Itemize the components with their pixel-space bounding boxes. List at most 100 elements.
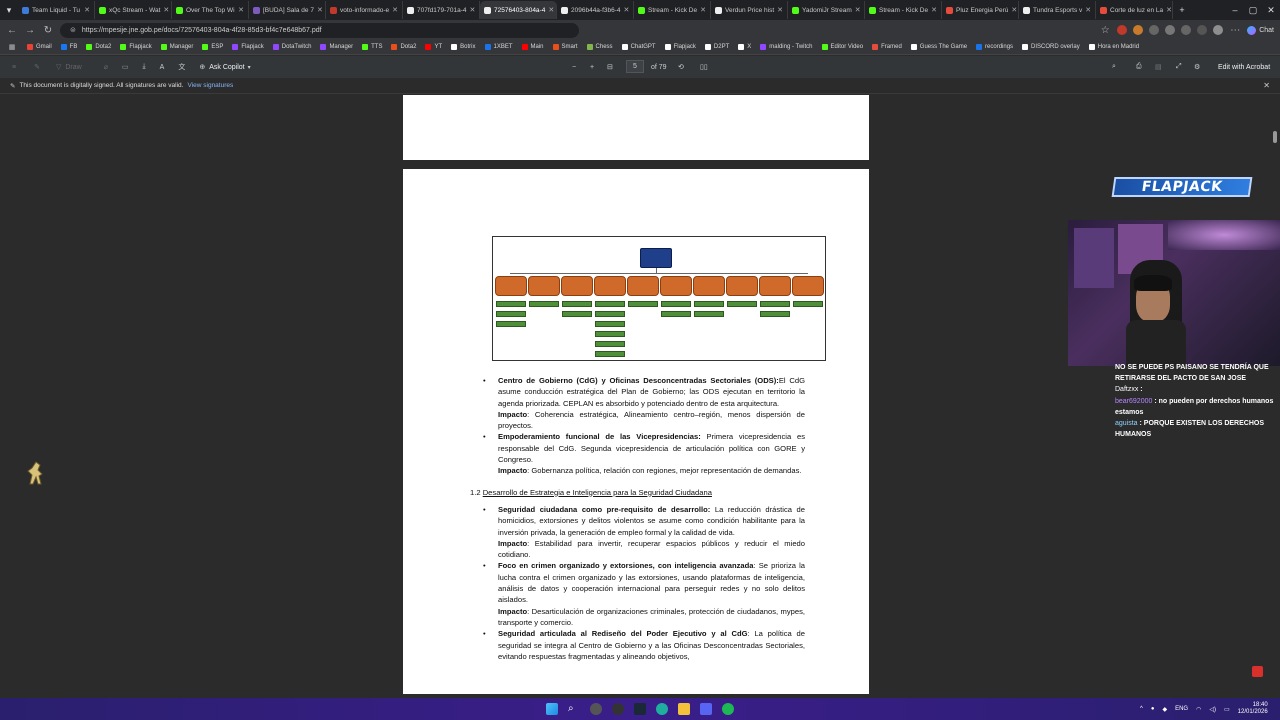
extension-icon[interactable] xyxy=(1133,25,1144,35)
windows-start-icon[interactable] xyxy=(546,703,558,715)
bookmark-item[interactable]: X xyxy=(738,44,751,50)
close-tab-icon[interactable]: ✕ xyxy=(700,6,706,14)
back-button[interactable]: ← xyxy=(6,25,18,36)
apps-icon[interactable]: ▦ xyxy=(6,43,18,51)
menu-dots-icon[interactable]: ⋯ xyxy=(1229,25,1241,36)
read-aloud-icon[interactable]: A xyxy=(160,64,165,71)
browser-tab[interactable]: voto-informado-e ✕ xyxy=(326,1,403,19)
acrobat-floating-icon[interactable] xyxy=(1252,666,1263,677)
browser-tab[interactable]: [BUDA] Sala de 7 ✕ xyxy=(249,1,326,19)
bookmark-item[interactable]: FB xyxy=(60,44,77,50)
close-tab-icon[interactable]: ✕ xyxy=(931,6,937,14)
bookmark-item[interactable]: Flapjack xyxy=(120,44,152,50)
extension-icon[interactable] xyxy=(1165,25,1176,35)
minimize-button[interactable]: – xyxy=(1226,5,1244,15)
close-tab-icon[interactable]: ✕ xyxy=(855,6,861,14)
tray-chevron-icon[interactable]: ^ xyxy=(1140,706,1143,712)
reload-button[interactable]: ↻ xyxy=(42,25,54,36)
language-indicator[interactable]: ENG xyxy=(1175,706,1188,712)
close-tab-icon[interactable]: ✕ xyxy=(163,6,169,14)
close-tab-icon[interactable]: ✕ xyxy=(548,6,554,14)
bookmark-item[interactable]: Manager xyxy=(160,44,193,50)
bookmark-item[interactable]: Main xyxy=(521,44,544,50)
print-icon[interactable]: ⎙ xyxy=(1136,63,1142,71)
steam-icon[interactable] xyxy=(634,703,646,715)
bookmark-item[interactable]: Gmail xyxy=(27,44,52,50)
bookmark-item[interactable]: Chess xyxy=(586,44,613,50)
extension-icon[interactable] xyxy=(1117,25,1128,35)
highlight-icon[interactable]: ✎ xyxy=(34,63,40,71)
tray-app-icon[interactable]: ● xyxy=(1151,706,1155,712)
close-icon[interactable]: ✕ xyxy=(1263,81,1270,90)
fullscreen-icon[interactable]: ⤢ xyxy=(1176,63,1182,71)
toc-icon[interactable]: ≡ xyxy=(12,64,16,71)
bookmark-item[interactable]: Smart xyxy=(552,44,578,50)
search-icon[interactable]: ⌕ xyxy=(1112,63,1116,71)
site-info-icon[interactable]: ⊜ xyxy=(70,26,76,34)
chevron-down-icon[interactable]: ▾ xyxy=(248,64,251,71)
draw-label[interactable]: Draw xyxy=(65,64,81,71)
browser-tab[interactable]: 2096b44a-f3b6-4 ✕ xyxy=(557,1,634,19)
copilot-chat-button[interactable]: Chat xyxy=(1247,25,1274,35)
bookmark-item[interactable]: DISCORD overlay xyxy=(1022,44,1080,50)
bookmark-item[interactable]: TTS xyxy=(362,44,382,50)
bookmark-item[interactable]: D2PT xyxy=(704,44,729,50)
close-tab-icon[interactable]: ✕ xyxy=(1085,6,1091,14)
new-tab-button[interactable]: + xyxy=(1173,5,1191,15)
browser-tab[interactable]: Stream - Kick De ✕ xyxy=(634,1,711,19)
zoom-in-button[interactable]: + xyxy=(590,64,594,71)
spotify-icon[interactable] xyxy=(722,703,734,715)
eraser-icon[interactable]: ⌀ xyxy=(104,63,108,71)
close-tab-icon[interactable]: ✕ xyxy=(84,6,90,14)
bookmark-item[interactable]: ChatGPT xyxy=(621,44,656,50)
bookmark-item[interactable]: Dota2 xyxy=(86,44,111,50)
edge-icon[interactable] xyxy=(656,703,668,715)
browser-tab[interactable]: Pluz Energia Perú ✕ xyxy=(942,1,1019,19)
maximize-button[interactable]: ▢ xyxy=(1244,5,1262,16)
chat-username[interactable]: bear692000 xyxy=(1115,398,1152,405)
close-tab-icon[interactable]: ✕ xyxy=(317,6,323,14)
pdf-viewer[interactable]: • Centro de Gobierno (CdG) y Oficinas De… xyxy=(0,95,1270,694)
tray-app-icon[interactable]: ◆ xyxy=(1162,706,1167,713)
close-window-button[interactable]: ✕ xyxy=(1262,5,1280,16)
extension-icon[interactable] xyxy=(1197,25,1208,35)
search-icon[interactable]: ⌕ xyxy=(568,703,580,715)
tab-actions-icon[interactable]: ▾ xyxy=(0,5,18,16)
browser-tab[interactable]: 707fd179-701a-4 ✕ xyxy=(403,1,480,19)
bookmark-item[interactable]: Dota2 xyxy=(391,44,416,50)
rotate-icon[interactable]: ⟲ xyxy=(678,63,684,71)
close-tab-icon[interactable]: ✕ xyxy=(1011,6,1017,14)
wifi-icon[interactable]: ◠ xyxy=(1196,706,1201,713)
close-tab-icon[interactable]: ✕ xyxy=(392,6,398,14)
chat-username[interactable]: aguista xyxy=(1115,420,1138,427)
bookmark-item[interactable]: Framed xyxy=(872,44,902,50)
bookmark-item[interactable]: YT xyxy=(425,44,442,50)
draw-icon[interactable]: ▽ xyxy=(56,63,61,71)
save-icon[interactable]: ▤ xyxy=(1155,63,1162,71)
add-text-icon[interactable]: ⤓ xyxy=(143,63,146,71)
view-signatures-link[interactable]: View signatures xyxy=(187,82,233,89)
profile-avatar[interactable] xyxy=(1213,25,1224,35)
extension-icon[interactable] xyxy=(1149,25,1160,35)
bookmark-star-icon[interactable]: ☆ xyxy=(1099,25,1111,36)
discord-icon[interactable] xyxy=(700,703,712,715)
bookmark-item[interactable]: Flapjack xyxy=(664,44,696,50)
browser-tab[interactable]: Verdun Price hist ✕ xyxy=(711,1,788,19)
browser-tab[interactable]: Team Liquid - Tu ✕ xyxy=(18,1,95,19)
bookmark-item[interactable]: ESP xyxy=(202,44,223,50)
close-tab-icon[interactable]: ✕ xyxy=(1166,6,1172,14)
scrollbar-thumb[interactable] xyxy=(1273,131,1277,143)
browser-tab[interactable]: Tundra Esports v ✕ xyxy=(1019,1,1096,19)
edit-with-acrobat-button[interactable]: Edit with Acrobat xyxy=(1218,64,1270,71)
close-tab-icon[interactable]: ✕ xyxy=(624,6,630,14)
forward-button[interactable]: → xyxy=(24,25,36,36)
file-explorer-icon[interactable] xyxy=(678,703,690,715)
close-tab-icon[interactable]: ✕ xyxy=(238,6,244,14)
volume-icon[interactable]: ◁) xyxy=(1209,706,1216,713)
browser-tab[interactable]: YadomiJr Stream ✕ xyxy=(788,1,865,19)
bookmark-item[interactable]: Editor Video xyxy=(821,44,863,50)
browser-tab[interactable]: Stream - Kick De ✕ xyxy=(865,1,942,19)
zoom-out-button[interactable]: − xyxy=(572,64,576,71)
bookmark-item[interactable]: Hora en Madrid xyxy=(1088,44,1139,50)
bookmark-item[interactable]: 1XBET xyxy=(484,44,513,50)
